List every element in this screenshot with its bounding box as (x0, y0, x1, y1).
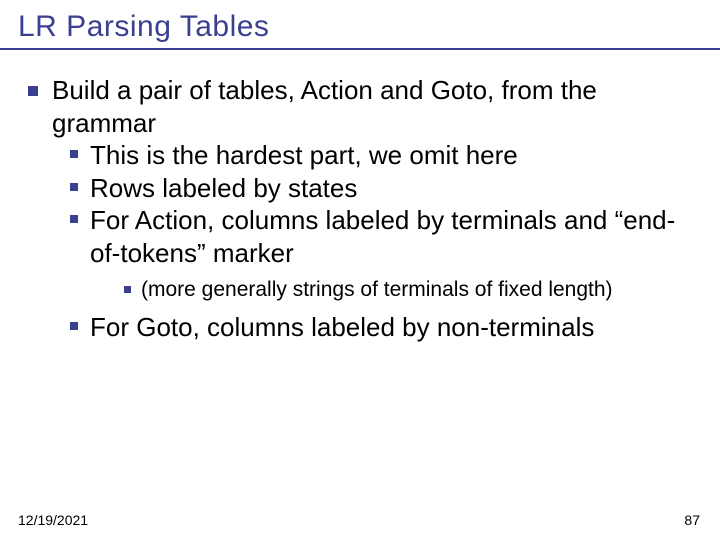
list-item: This is the hardest part, we omit here (70, 139, 692, 172)
slide-footer: 12/19/2021 87 (18, 512, 700, 528)
footer-date: 12/19/2021 (18, 512, 88, 528)
slide-title: LR Parsing Tables (0, 0, 720, 44)
l2-text: Rows labeled by states (90, 172, 357, 205)
bullet-icon (70, 215, 78, 223)
bullet-icon (70, 322, 78, 330)
list-item: For Goto, columns labeled by non-termina… (70, 311, 692, 344)
bullet-icon (28, 86, 38, 96)
l1-text: Build a pair of tables, Action and Goto,… (52, 74, 692, 139)
bullet-icon (70, 183, 78, 191)
slide-body: Build a pair of tables, Action and Goto,… (0, 44, 720, 344)
footer-page-number: 87 (684, 512, 700, 528)
l2-text: This is the hardest part, we omit here (90, 139, 518, 172)
list-item: (more generally strings of terminals of … (124, 277, 692, 303)
list-item: Build a pair of tables, Action and Goto,… (28, 74, 692, 139)
l2-text: For Action, columns labeled by terminals… (90, 204, 692, 269)
l2-text: For Goto, columns labeled by non-termina… (90, 311, 594, 344)
bullet-icon (124, 286, 131, 293)
l3-text: (more generally strings of terminals of … (141, 277, 613, 303)
list-item: For Action, columns labeled by terminals… (70, 204, 692, 269)
list-item: Rows labeled by states (70, 172, 692, 205)
bullet-icon (70, 150, 78, 158)
title-underline (0, 48, 720, 50)
